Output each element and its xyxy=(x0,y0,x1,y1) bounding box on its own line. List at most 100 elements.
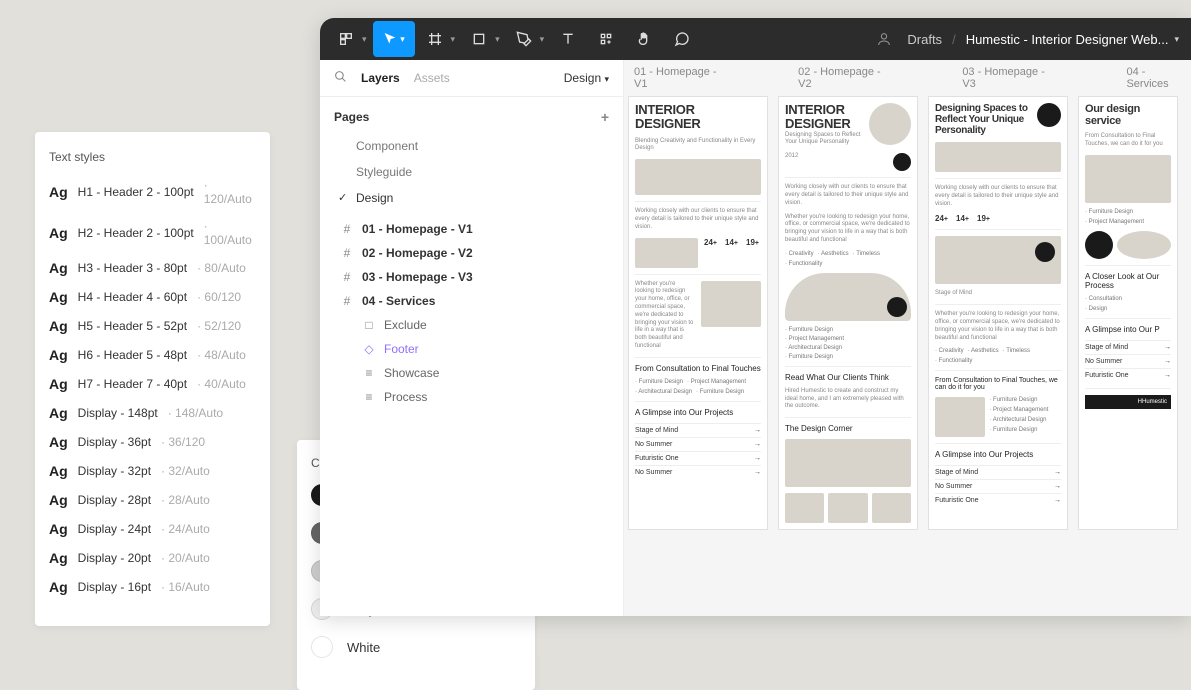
layer-icon: ≡ xyxy=(362,390,376,404)
ag-icon: Ag xyxy=(49,376,68,392)
page-item[interactable]: Component xyxy=(320,133,623,159)
list-item: · Aesthetics xyxy=(818,251,849,257)
main-menu-button[interactable] xyxy=(328,21,364,57)
breadcrumb-folder[interactable]: Drafts xyxy=(907,32,942,47)
text-style-item[interactable]: AgDisplay - 28pt· 28/Auto xyxy=(49,492,256,508)
frame-homepage-v1[interactable]: INTERIOR DESIGNER Blending Creativity an… xyxy=(628,96,768,530)
list-item: · Furniture Design xyxy=(1085,209,1171,215)
tab-layers[interactable]: Layers xyxy=(361,71,400,85)
layer-item[interactable]: ≡Showcase xyxy=(320,361,623,385)
list-item: Stage of Mind→ xyxy=(635,423,761,437)
list-item: · Project Management xyxy=(785,336,911,342)
frame-label[interactable]: 02 - Homepage - V2 xyxy=(798,66,882,90)
breadcrumb: Drafts / Humestic - Interior Designer We… xyxy=(871,26,1183,52)
ag-icon: Ag xyxy=(49,550,68,566)
ag-icon: Ag xyxy=(49,492,68,508)
list-item: No Summer→ xyxy=(635,437,761,451)
layers-sidebar: Layers Assets Design ▾ Pages + Component… xyxy=(320,60,624,616)
list-item: · Project Management xyxy=(687,379,746,385)
text-styles-panel: Text styles AgH1 - Header 2 - 100pt· 120… xyxy=(35,132,270,626)
figma-app-window: ▾ ▾ ▾ ▾ ▾ Drafts / Humestic - Interior D… xyxy=(320,18,1191,616)
list-item: · Functionality xyxy=(785,261,822,267)
canvas[interactable]: 01 - Homepage - V1 02 - Homepage - V2 03 -… xyxy=(624,60,1191,616)
resources-button[interactable] xyxy=(588,21,624,57)
layer-item[interactable]: #04 - Services xyxy=(320,289,623,313)
frame-tool-button[interactable] xyxy=(417,21,453,57)
list-item: · Aesthetics xyxy=(968,348,999,354)
text-style-item[interactable]: AgH4 - Header 4 - 60pt· 60/120 xyxy=(49,289,256,305)
plus-icon[interactable]: + xyxy=(601,109,609,125)
layer-item[interactable]: ◇Footer xyxy=(320,337,623,361)
text-style-item[interactable]: AgDisplay - 16pt· 16/Auto xyxy=(49,579,256,595)
list-item: · Furniture Design xyxy=(696,389,744,395)
comment-tool-button[interactable] xyxy=(664,21,700,57)
hand-tool-button[interactable] xyxy=(626,21,662,57)
text-style-item[interactable]: AgH3 - Header 3 - 80pt· 80/Auto xyxy=(49,260,256,276)
list-item: Futuristic One→ xyxy=(935,493,1061,507)
layer-item[interactable]: □Exclude xyxy=(320,313,623,337)
breadcrumb-sep: / xyxy=(952,32,956,47)
list-item: · Creativity xyxy=(935,348,964,354)
ag-icon: Ag xyxy=(49,289,68,305)
chevron-down-icon[interactable]: ▾ xyxy=(362,34,367,45)
frame-homepage-v3[interactable]: Designing Spaces to Reflect Your Unique … xyxy=(928,96,1068,530)
tab-design[interactable]: Design ▾ xyxy=(564,71,609,85)
avatar[interactable] xyxy=(871,26,897,52)
ag-icon: Ag xyxy=(49,405,68,421)
tab-assets[interactable]: Assets xyxy=(414,71,450,85)
frame-homepage-v2[interactable]: INTERIOR DESIGNER Designing Spaces to Re… xyxy=(778,96,918,530)
list-item: · Project Management xyxy=(1085,219,1171,225)
pen-tool-button[interactable] xyxy=(506,21,542,57)
text-style-item[interactable]: AgDisplay - 32pt· 32/Auto xyxy=(49,463,256,479)
layer-item[interactable]: #01 - Homepage - V1 xyxy=(320,217,623,241)
hero-image xyxy=(635,159,761,195)
list-item: · Timeless xyxy=(853,251,880,257)
text-style-item[interactable]: AgH1 - Header 2 - 100pt· 120/Auto xyxy=(49,178,256,206)
list-item: · Functionality xyxy=(935,358,972,364)
text-style-item[interactable]: AgDisplay - 36pt· 36/120 xyxy=(49,434,256,450)
chevron-down-icon[interactable]: ▾ xyxy=(540,34,545,45)
layer-item[interactable]: ≡Process xyxy=(320,385,623,409)
search-icon[interactable] xyxy=(334,70,347,86)
list-item: · Furniture Design xyxy=(989,397,1048,403)
text-tool-button[interactable] xyxy=(550,21,586,57)
list-item: · Design xyxy=(1085,306,1171,312)
frame-label[interactable]: 01 - Homepage - V1 xyxy=(634,66,718,90)
frame-label[interactable]: 04 - Services xyxy=(1126,66,1181,90)
text-style-item[interactable]: AgDisplay - 20pt· 20/Auto xyxy=(49,550,256,566)
layer-item[interactable]: #03 - Homepage - V3 xyxy=(320,265,623,289)
ag-icon: Ag xyxy=(49,225,68,241)
list-item: · Architectural Design xyxy=(785,345,911,351)
page-item[interactable]: Design xyxy=(320,185,623,211)
text-style-item[interactable]: AgDisplay - 24pt· 24/Auto xyxy=(49,521,256,537)
frame-services[interactable]: Our design service From Consultation to … xyxy=(1078,96,1178,530)
breadcrumb-file[interactable]: Humestic - Interior Designer Web... xyxy=(966,32,1169,47)
shape-tool-button[interactable] xyxy=(461,21,497,57)
list-item: · Furniture Design xyxy=(635,379,683,385)
chevron-down-icon[interactable]: ▾ xyxy=(1174,34,1179,45)
text-style-item[interactable]: AgDisplay - 148pt· 148/Auto xyxy=(49,405,256,421)
layer-item[interactable]: #02 - Homepage - V2 xyxy=(320,241,623,265)
toolbar: ▾ ▾ ▾ ▾ ▾ Drafts / Humestic - Interior D… xyxy=(320,18,1191,60)
list-item: Stage of Mind→ xyxy=(935,465,1061,479)
list-item: · Architectural Design xyxy=(635,389,692,395)
ag-icon: Ag xyxy=(49,260,68,276)
text-style-item[interactable]: AgH6 - Header 5 - 48pt· 48/Auto xyxy=(49,347,256,363)
list-item: · Architectural Design xyxy=(989,417,1048,423)
page-item[interactable]: Styleguide xyxy=(320,159,623,185)
move-tool-button[interactable]: ▾ xyxy=(373,21,415,57)
chevron-down-icon[interactable]: ▾ xyxy=(451,34,456,45)
ag-icon: Ag xyxy=(49,521,68,537)
text-style-item[interactable]: AgH7 - Header 7 - 40pt· 40/Auto xyxy=(49,376,256,392)
layer-icon: ◇ xyxy=(362,342,376,356)
chevron-down-icon[interactable]: ▾ xyxy=(495,34,500,45)
list-item: · Furniture Design xyxy=(989,427,1048,433)
text-style-item[interactable]: AgH2 - Header 2 - 100pt· 100/Auto xyxy=(49,219,256,247)
frame-label[interactable]: 03 - Homepage - V3 xyxy=(962,66,1046,90)
pages-label: Pages xyxy=(334,110,369,124)
layer-icon: # xyxy=(340,294,354,308)
text-style-item[interactable]: AgH5 - Header 5 - 52pt· 52/120 xyxy=(49,318,256,334)
list-item: · Timeless xyxy=(1003,348,1030,354)
ag-icon: Ag xyxy=(49,434,68,450)
pages-header[interactable]: Pages + xyxy=(320,97,623,133)
